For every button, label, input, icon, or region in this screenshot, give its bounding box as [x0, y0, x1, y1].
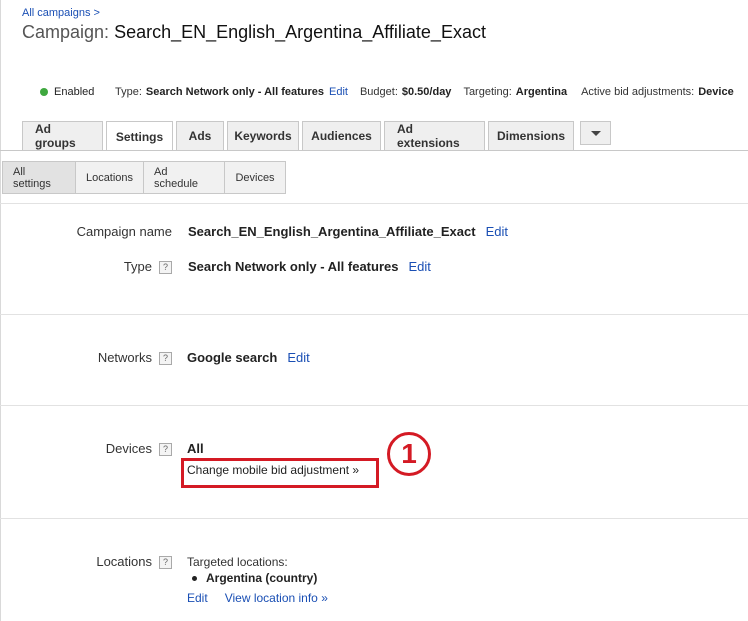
type-summary-label: Type:: [115, 86, 142, 98]
chevron-down-icon: [590, 130, 601, 136]
campaign-name-value: Search_EN_English_Argentina_Affiliate_Ex…: [188, 224, 476, 239]
networks-row-value: Google search Edit: [187, 350, 310, 365]
networks-value: Google search: [187, 350, 278, 365]
location-item-label: Argentina (country): [206, 571, 318, 585]
targeting-summary-value: Argentina: [515, 86, 568, 98]
campaign-tabs: Ad groups Settings Ads Keywords Audience…: [22, 121, 614, 151]
bullet-icon: [192, 575, 197, 581]
tab-audiences[interactable]: Audiences: [302, 121, 381, 150]
status-badge: Enabled: [40, 86, 115, 98]
type-edit-link[interactable]: Edit: [408, 259, 430, 274]
type-summary: Type: Search Network only - All features…: [115, 86, 348, 98]
campaign-name-label: Campaign name: [76, 224, 172, 239]
section-divider: [0, 314, 748, 315]
tab-divider: [0, 150, 748, 151]
help-icon[interactable]: ?: [159, 443, 172, 456]
status-dot-icon: [40, 88, 48, 96]
subtab-all-settings[interactable]: All settings: [3, 162, 76, 193]
subtab-devices[interactable]: Devices: [225, 162, 285, 193]
page-title: Campaign: Search_EN_English_Argentina_Af…: [22, 22, 486, 43]
subtab-ad-schedule[interactable]: Ad schedule: [144, 162, 225, 193]
budget-summary: Budget: $0.50/day: [360, 86, 451, 98]
type-label: Type: [123, 259, 152, 274]
type-summary-edit-link[interactable]: Edit: [329, 86, 348, 98]
annotation-number-badge: 1: [387, 432, 431, 476]
location-actions: Edit View location info »: [187, 591, 328, 605]
section-divider: [0, 203, 748, 204]
help-icon[interactable]: ?: [159, 556, 172, 569]
type-row-value: Search Network only - All features Edit: [188, 259, 431, 274]
networks-edit-link[interactable]: Edit: [287, 350, 309, 365]
budget-summary-value: $0.50/day: [401, 86, 452, 98]
tab-dimensions[interactable]: Dimensions: [488, 121, 574, 150]
bid-adjustments-label: Active bid adjustments:: [581, 86, 695, 98]
tab-ad-groups[interactable]: Ad groups: [22, 121, 103, 150]
more-tabs-button[interactable]: [580, 121, 611, 145]
page-title-label: Campaign:: [22, 22, 110, 42]
locations-edit-link[interactable]: Edit: [187, 591, 208, 605]
targeting-summary-label: Targeting:: [463, 86, 512, 98]
campaign-name-edit-link[interactable]: Edit: [486, 224, 508, 239]
targeting-summary: Targeting: Argentina: [463, 86, 567, 98]
locations-label: Locations: [96, 554, 152, 569]
breadcrumb[interactable]: All campaigns >: [22, 7, 100, 19]
devices-label: Devices: [105, 441, 152, 456]
devices-value: All: [187, 441, 204, 456]
help-icon[interactable]: ?: [159, 261, 172, 274]
settings-subtabs: All settings Locations Ad schedule Devic…: [2, 161, 286, 194]
targeted-locations-heading: Targeted locations:: [187, 555, 288, 569]
section-divider: [0, 518, 748, 519]
view-location-info-link[interactable]: View location info »: [225, 591, 328, 605]
bid-adjustments-value: Device: [698, 86, 734, 98]
left-border: [0, 0, 1, 621]
tab-keywords[interactable]: Keywords: [227, 121, 299, 150]
status-text: Enabled: [54, 86, 95, 98]
budget-summary-label: Budget:: [359, 86, 398, 98]
section-divider: [0, 405, 748, 406]
subtab-locations[interactable]: Locations: [76, 162, 144, 193]
networks-label: Networks: [97, 350, 152, 365]
help-icon[interactable]: ?: [159, 352, 172, 365]
campaign-name-title: Search_EN_English_Argentina_Affiliate_Ex…: [114, 22, 486, 42]
tab-ad-extensions[interactable]: Ad extensions: [384, 121, 485, 150]
campaign-name-row-value: Search_EN_English_Argentina_Affiliate_Ex…: [188, 224, 508, 239]
type-summary-value: Search Network only - All features: [145, 86, 324, 98]
bid-adjustments-summary: Active bid adjustments: Device: [581, 86, 734, 98]
annotation-highlight-box: [181, 458, 379, 488]
tab-settings[interactable]: Settings: [106, 121, 173, 151]
type-value: Search Network only - All features: [188, 259, 399, 274]
tab-ads[interactable]: Ads: [176, 121, 224, 150]
campaign-status-bar: Enabled Type: Search Network only - All …: [40, 86, 734, 98]
list-item: Argentina (country): [187, 571, 317, 585]
targeted-locations: Targeted locations: Argentina (country): [187, 555, 317, 585]
